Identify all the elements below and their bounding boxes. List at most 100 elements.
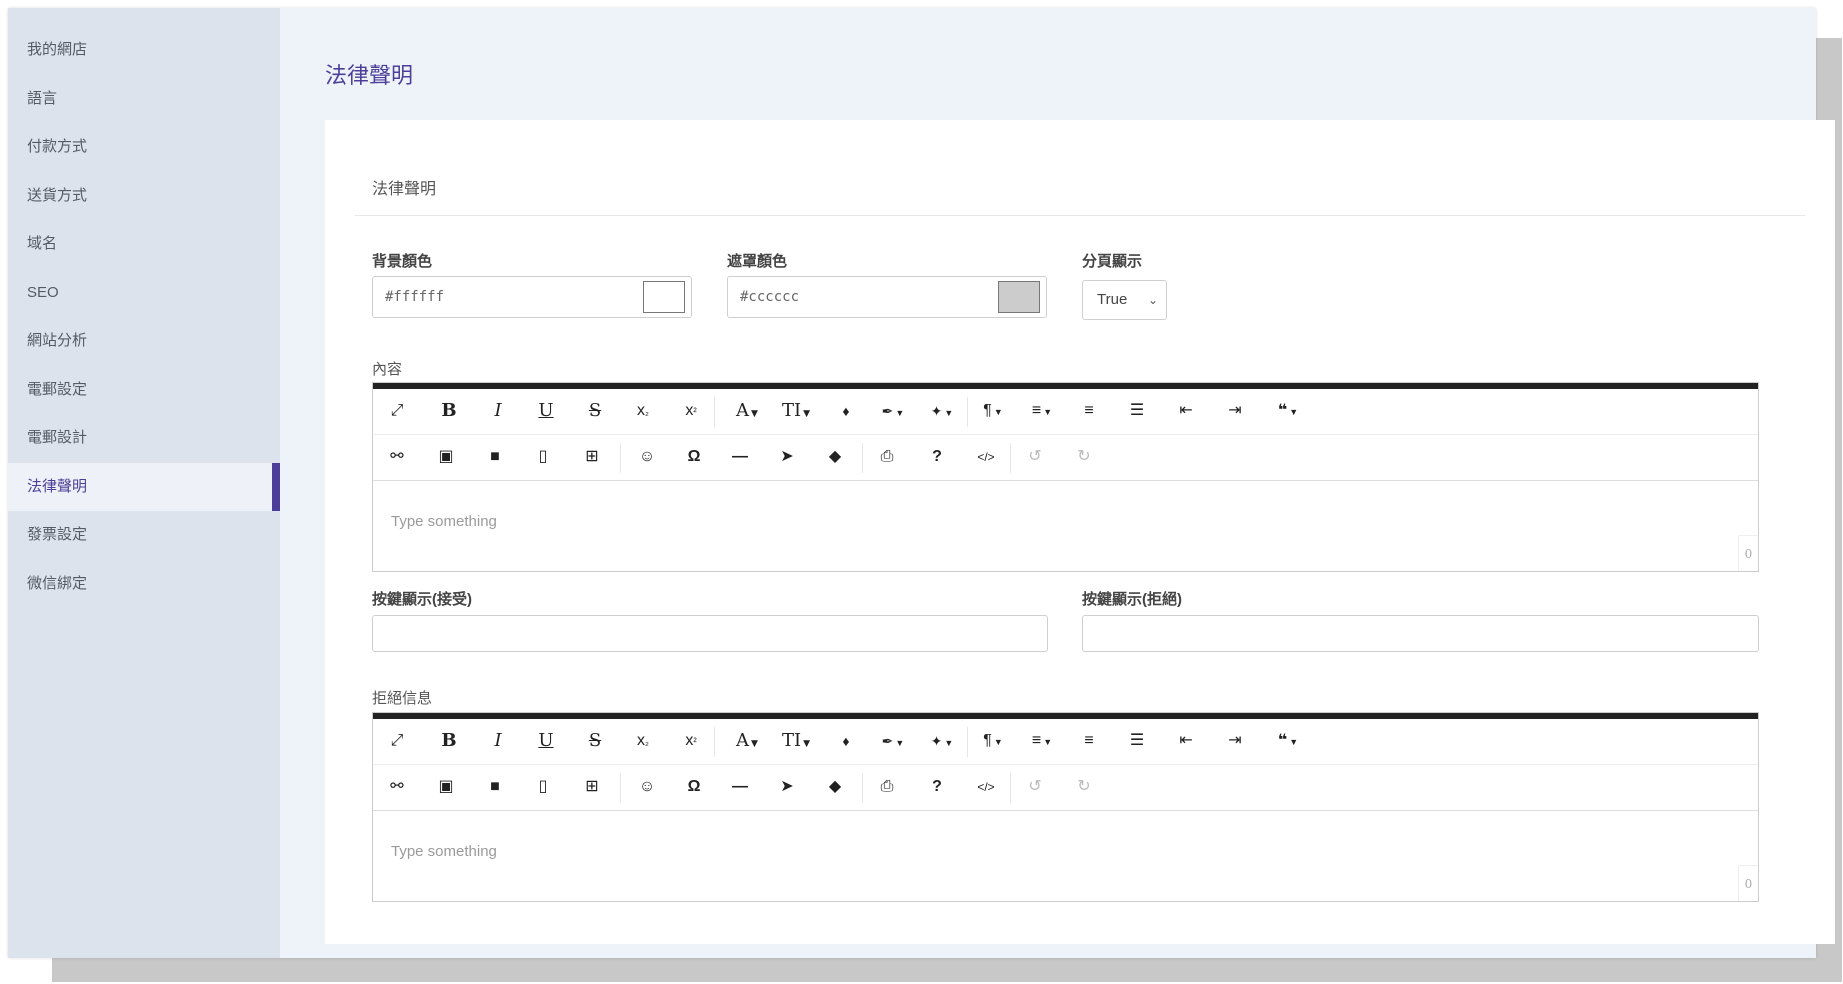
fullscreen-icon[interactable]: ⤢ bbox=[385, 719, 409, 763]
outdent-icon[interactable]: ⇤ bbox=[1174, 389, 1198, 433]
subscript-button[interactable]: x₂ bbox=[631, 389, 655, 433]
sidebar-item-domain[interactable]: 域名 bbox=[8, 220, 280, 269]
sidebar-item-email-design[interactable]: 電郵設計 bbox=[8, 414, 280, 463]
horizontal-line-icon[interactable]: — bbox=[728, 765, 752, 809]
special-char-icon[interactable]: Ω bbox=[682, 765, 706, 809]
redo-icon[interactable]: ↻ bbox=[1072, 765, 1096, 809]
font-size-button[interactable]: TI ▼ bbox=[779, 719, 813, 763]
unordered-list-icon[interactable]: ☰ bbox=[1125, 719, 1149, 763]
indent-icon[interactable]: ⇥ bbox=[1223, 719, 1247, 763]
reject-button-text-input[interactable] bbox=[1082, 615, 1759, 652]
underline-button[interactable]: U bbox=[534, 389, 558, 433]
select-all-icon[interactable]: ➤ bbox=[775, 765, 799, 809]
undo-icon[interactable]: ↺ bbox=[1023, 435, 1047, 479]
content-editor[interactable]: ⤢ B I U S x₂ x² A ▼ TI ▼ ♦ ✒ ▼ ✦ ▼ ¶ ▼ ≡ ▼ ≡ bbox=[372, 382, 1759, 572]
bg-color-swatch[interactable] bbox=[643, 281, 685, 313]
superscript-button[interactable]: x² bbox=[679, 719, 703, 763]
strikethrough-button[interactable]: S bbox=[583, 719, 607, 763]
sidebar-item-legal[interactable]: 法律聲明 bbox=[8, 462, 280, 511]
unordered-list-icon[interactable]: ☰ bbox=[1125, 389, 1149, 433]
sidebar-item-payment[interactable]: 付款方式 bbox=[8, 123, 280, 172]
superscript-button[interactable]: x² bbox=[679, 389, 703, 433]
link-icon[interactable]: ⚯ bbox=[385, 765, 409, 809]
underline-button[interactable]: U bbox=[534, 719, 558, 763]
clear-format-icon[interactable]: ◆ bbox=[823, 765, 847, 809]
card-title: 法律聲明 bbox=[372, 181, 437, 198]
special-char-icon[interactable]: Ω bbox=[682, 435, 706, 479]
image-icon[interactable]: ▣ bbox=[434, 435, 458, 479]
sidebar-item-email-settings[interactable]: 電郵設定 bbox=[8, 366, 280, 415]
italic-button[interactable]: I bbox=[486, 389, 510, 433]
bold-button[interactable]: B bbox=[437, 719, 461, 763]
code-view-icon[interactable]: </> bbox=[971, 765, 1001, 809]
sidebar-item-invoice[interactable]: 發票設定 bbox=[8, 511, 280, 560]
print-icon[interactable]: ⎙ bbox=[875, 765, 899, 809]
sidebar-item-analytics[interactable]: 網站分析 bbox=[8, 317, 280, 366]
brush-icon[interactable]: ✒ ▼ bbox=[876, 719, 910, 763]
paragraph-button[interactable]: ¶ ▼ bbox=[976, 389, 1010, 433]
ordered-list-icon[interactable]: ≡ bbox=[1077, 389, 1101, 433]
font-family-button[interactable]: A ▼ bbox=[730, 389, 764, 433]
editor-placeholder[interactable]: Type something bbox=[391, 843, 497, 860]
help-icon[interactable]: ? bbox=[925, 435, 949, 479]
toolbar-separator bbox=[1010, 443, 1011, 473]
sidebar-item-language[interactable]: 語言 bbox=[8, 75, 280, 124]
help-icon[interactable]: ? bbox=[925, 765, 949, 809]
toolbar-separator bbox=[967, 727, 968, 757]
italic-button[interactable]: I bbox=[486, 719, 510, 763]
file-icon[interactable]: ▯ bbox=[531, 765, 555, 809]
reject-message-editor[interactable]: ⤢ B I U S x₂ x² A ▼ TI ▼ ♦ ✒ ▼ ✦ ▼ ¶ ▼ ≡ ▼ ≡ bbox=[372, 712, 1759, 902]
emoji-icon[interactable]: ☺ bbox=[635, 435, 659, 479]
mask-color-swatch[interactable] bbox=[998, 281, 1040, 313]
char-counter: 0 bbox=[1738, 865, 1758, 901]
accept-button-text-input[interactable] bbox=[372, 615, 1048, 652]
strikethrough-button[interactable]: S bbox=[583, 389, 607, 433]
fullscreen-icon[interactable]: ⤢ bbox=[385, 389, 409, 433]
mask-color-input[interactable]: #cccccc bbox=[727, 276, 1047, 318]
editor-toolbar-row-2: ⚯ ▣ ■ ▯ ⊞ ☺ Ω — ➤ ◆ ⎙ ? </> ↺ ↻ bbox=[373, 765, 1758, 811]
editor-placeholder[interactable]: Type something bbox=[391, 513, 497, 530]
pagination-select[interactable]: True ⌄ bbox=[1082, 280, 1167, 320]
align-button[interactable]: ≡ ▼ bbox=[1025, 719, 1059, 763]
code-view-icon[interactable]: </> bbox=[971, 435, 1001, 479]
emoji-icon[interactable]: ☺ bbox=[635, 765, 659, 809]
video-icon[interactable]: ■ bbox=[483, 435, 507, 479]
color-icon[interactable]: ♦ bbox=[834, 389, 858, 433]
quote-button[interactable]: ❝ ▼ bbox=[1271, 389, 1305, 433]
toolbar-separator bbox=[620, 773, 621, 803]
subscript-button[interactable]: x₂ bbox=[631, 719, 655, 763]
horizontal-line-icon[interactable]: — bbox=[728, 435, 752, 479]
paragraph-button[interactable]: ¶ ▼ bbox=[976, 719, 1010, 763]
link-icon[interactable]: ⚯ bbox=[385, 435, 409, 479]
image-icon[interactable]: ▣ bbox=[434, 765, 458, 809]
ordered-list-icon[interactable]: ≡ bbox=[1077, 719, 1101, 763]
magic-icon[interactable]: ✦ ▼ bbox=[925, 389, 959, 433]
color-icon[interactable]: ♦ bbox=[834, 719, 858, 763]
sidebar-item-wechat[interactable]: 微信綁定 bbox=[8, 560, 280, 609]
outdent-icon[interactable]: ⇤ bbox=[1174, 719, 1198, 763]
redo-icon[interactable]: ↻ bbox=[1072, 435, 1096, 479]
font-size-button[interactable]: TI ▼ bbox=[779, 389, 813, 433]
sidebar-item-shipping[interactable]: 送貨方式 bbox=[8, 172, 280, 221]
clear-format-icon[interactable]: ◆ bbox=[823, 435, 847, 479]
app-window: 我的網店 語言 付款方式 送貨方式 域名 SEO 網站分析 電郵設定 電郵設計 … bbox=[8, 8, 1835, 958]
select-all-icon[interactable]: ➤ bbox=[775, 435, 799, 479]
file-icon[interactable]: ▯ bbox=[531, 435, 555, 479]
sidebar-item-seo[interactable]: SEO bbox=[8, 269, 280, 318]
align-button[interactable]: ≡ ▼ bbox=[1025, 389, 1059, 433]
table-icon[interactable]: ⊞ bbox=[580, 765, 604, 809]
bold-button[interactable]: B bbox=[437, 389, 461, 433]
magic-icon[interactable]: ✦ ▼ bbox=[925, 719, 959, 763]
undo-icon[interactable]: ↺ bbox=[1023, 765, 1047, 809]
quote-button[interactable]: ❝ ▼ bbox=[1271, 719, 1305, 763]
bg-color-input[interactable]: #ffffff bbox=[372, 276, 692, 318]
table-icon[interactable]: ⊞ bbox=[580, 435, 604, 479]
content-label: 內容 bbox=[372, 361, 403, 378]
print-icon[interactable]: ⎙ bbox=[875, 435, 899, 479]
indent-icon[interactable]: ⇥ bbox=[1223, 389, 1247, 433]
reject-label: 按鍵顯示(拒絕) bbox=[1082, 591, 1182, 608]
brush-icon[interactable]: ✒ ▼ bbox=[876, 389, 910, 433]
sidebar-item-my-store[interactable]: 我的網店 bbox=[8, 26, 280, 75]
font-family-button[interactable]: A ▼ bbox=[730, 719, 764, 763]
video-icon[interactable]: ■ bbox=[483, 765, 507, 809]
